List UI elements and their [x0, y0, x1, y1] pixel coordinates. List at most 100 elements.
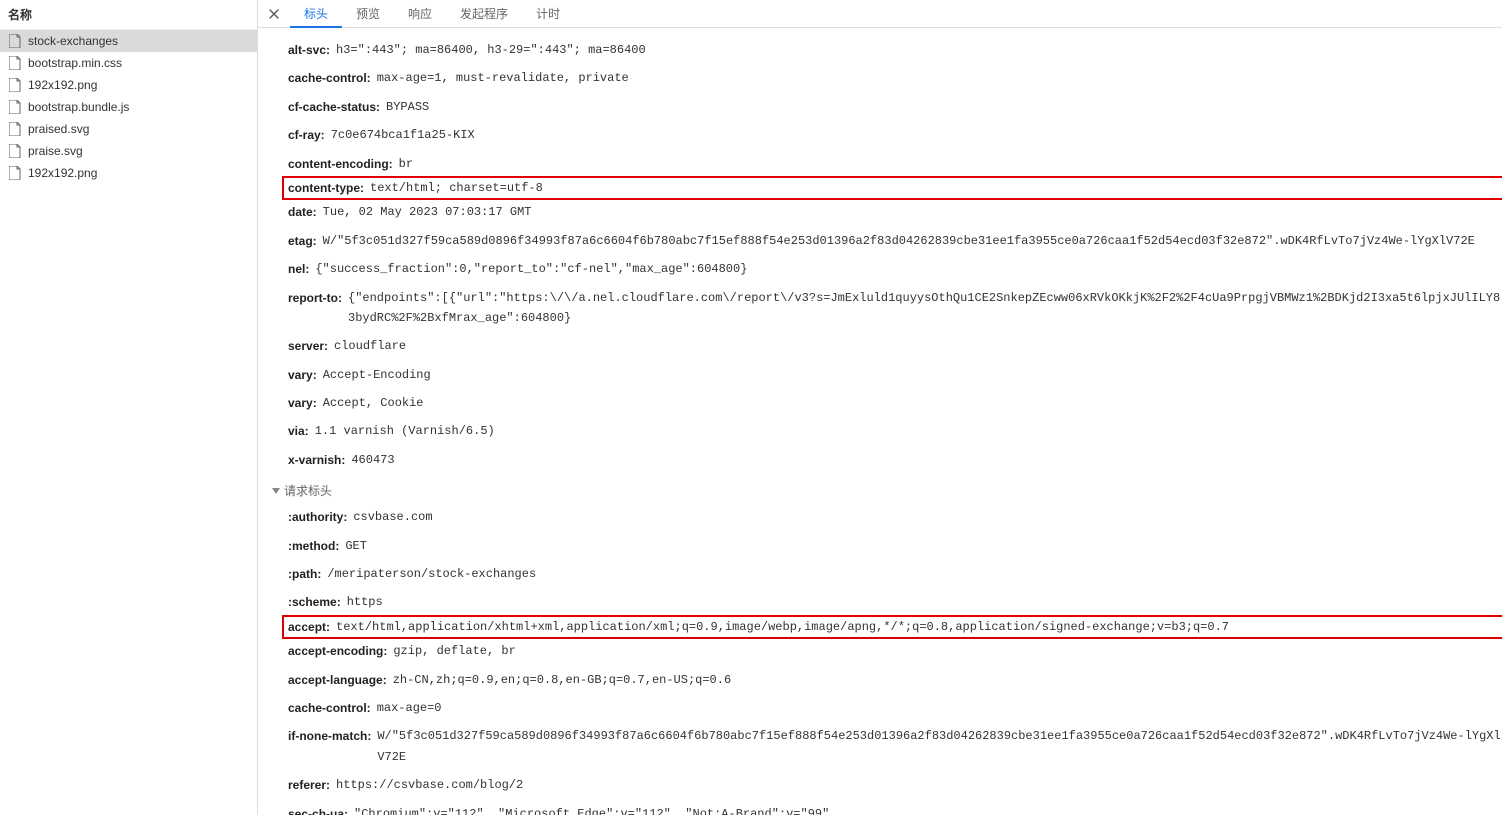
header-name: cache-control:: [288, 68, 371, 88]
header-name: via:: [288, 421, 309, 441]
tab[interactable]: 响应: [394, 0, 446, 28]
header-row: :method:GET: [288, 532, 1502, 560]
file-icon: [8, 166, 22, 180]
file-item[interactable]: stock-exchanges: [0, 30, 257, 52]
header-row: etag: W/"5f3c051d327f59ca589d0896f34993f8…: [288, 227, 1502, 255]
header-value: "Chromium";v="112", "Microsoft Edge";v="…: [354, 804, 829, 815]
header-row: cache-control:max-age=1, must-revalidate…: [288, 64, 1502, 92]
header-name: vary:: [288, 393, 317, 413]
header-name: date:: [288, 202, 317, 222]
header-name: :authority:: [288, 507, 347, 527]
header-row: via: 1.1 varnish (Varnish/6.5): [288, 417, 1502, 445]
header-value: zh-CN,zh;q=0.9,en;q=0.8,en-GB;q=0.7,en-U…: [393, 670, 731, 690]
file-list[interactable]: stock-exchanges bootstrap.min.css 192x192.…: [0, 30, 257, 815]
header-row: server: cloudflare: [288, 332, 1502, 360]
header-name: referer:: [288, 775, 330, 795]
header-name: accept:: [288, 617, 330, 637]
header-row: accept-language: zh-CN,zh;q=0.9,en;q=0.8,…: [288, 666, 1502, 694]
header-row: accept: text/html,application/xhtml+xml,a…: [282, 615, 1502, 639]
header-name: alt-svc:: [288, 40, 330, 60]
file-item[interactable]: 192x192.png: [0, 162, 257, 184]
header-name: content-encoding:: [288, 154, 393, 174]
tabbar: 标头预览响应发起程序计时: [258, 0, 1502, 28]
header-value: text/html,application/xhtml+xml,applicat…: [336, 617, 1229, 637]
header-row: :authority: csvbase.com: [288, 503, 1502, 531]
tab[interactable]: 发起程序: [446, 0, 522, 28]
header-row: cache-control: max-age=0: [288, 694, 1502, 722]
tab[interactable]: 计时: [522, 0, 574, 28]
header-name: cache-control:: [288, 698, 371, 718]
file-item-label: bootstrap.bundle.js: [28, 100, 129, 114]
header-value: max-age=0: [377, 698, 442, 718]
header-row: cf-ray: 7c0e674bca1f1a25-KIX: [288, 121, 1502, 149]
tab[interactable]: 预览: [342, 0, 394, 28]
file-item-label: 192x192.png: [28, 166, 97, 180]
header-row: vary: Accept-Encoding: [288, 361, 1502, 389]
header-value: text/html; charset=utf-8: [370, 178, 543, 198]
header-name: report-to:: [288, 288, 342, 308]
header-value: https: [347, 592, 383, 612]
header-value: 1.1 varnish (Varnish/6.5): [315, 421, 495, 441]
header-name: sec-ch-ua:: [288, 804, 348, 815]
file-item-label: bootstrap.min.css: [28, 56, 122, 70]
request-headers-block: :authority: csvbase.com :method:GET:path:/…: [274, 503, 1502, 815]
file-item[interactable]: praise.svg: [0, 140, 257, 162]
header-row: report-to:{"endpoints":[{"url":"https:\/…: [288, 284, 1502, 333]
header-value: BYPASS: [386, 97, 429, 117]
file-icon: [8, 100, 22, 114]
header-row: content-encoding: br: [288, 150, 1502, 178]
file-icon: [8, 78, 22, 92]
header-name: x-varnish:: [288, 450, 345, 470]
header-value: cloudflare: [334, 336, 406, 356]
header-name: nel:: [288, 259, 309, 279]
header-name: server:: [288, 336, 328, 356]
request-headers-label: 请求标头: [284, 482, 332, 499]
request-headers-section-title[interactable]: 请求标头: [272, 474, 1502, 503]
sidebar-header: 名称: [0, 0, 257, 30]
header-row: x-varnish: 460473: [288, 446, 1502, 474]
file-item[interactable]: bootstrap.min.css: [0, 52, 257, 74]
header-row: content-type: text/html; charset=utf-8: [282, 176, 1502, 200]
header-row: vary: Accept, Cookie: [288, 389, 1502, 417]
header-name: content-type:: [288, 178, 364, 198]
header-value: W/"5f3c051d327f59ca589d0896f34993f87a6c6…: [377, 726, 1502, 767]
header-name: :path:: [288, 564, 321, 584]
header-name: accept-encoding:: [288, 641, 387, 661]
file-item-label: 192x192.png: [28, 78, 97, 92]
header-value: 7c0e674bca1f1a25-KIX: [331, 125, 475, 145]
main-panel: 标头预览响应发起程序计时 alt-svc:h3=":443"; ma=86400…: [258, 0, 1502, 815]
triangle-down-icon: [272, 488, 280, 494]
header-row: if-none-match:W/"5f3c051d327f59ca589d089…: [288, 722, 1502, 771]
file-icon: [8, 56, 22, 70]
header-name: cf-ray:: [288, 125, 325, 145]
network-sidebar: 名称 stock-exchanges bootstrap.min.css 192x1…: [0, 0, 258, 815]
header-value: br: [399, 154, 413, 174]
file-icon: [8, 144, 22, 158]
file-item[interactable]: praised.svg: [0, 118, 257, 140]
header-value: W/"5f3c051d327f59ca589d0896f34993f87a6c6…: [323, 231, 1475, 251]
header-value: 460473: [351, 450, 394, 470]
header-name: etag:: [288, 231, 317, 251]
header-row: :path:/meripaterson/stock-exchanges: [288, 560, 1502, 588]
header-row: referer: https://csvbase.com/blog/2: [288, 771, 1502, 799]
tab[interactable]: 标头: [290, 0, 342, 28]
header-value: Tue, 02 May 2023 07:03:17 GMT: [323, 202, 532, 222]
close-icon[interactable]: [262, 2, 286, 26]
header-name: :scheme:: [288, 592, 341, 612]
header-value: https://csvbase.com/blog/2: [336, 775, 523, 795]
header-value: Accept, Cookie: [323, 393, 424, 413]
header-row: cf-cache-status:BYPASS: [288, 93, 1502, 121]
header-name: accept-language:: [288, 670, 387, 690]
header-row: accept-encoding:gzip, deflate, br: [288, 637, 1502, 665]
file-item-label: stock-exchanges: [28, 34, 118, 48]
file-icon: [8, 34, 22, 48]
header-value: GET: [345, 536, 367, 556]
file-item[interactable]: bootstrap.bundle.js: [0, 96, 257, 118]
file-icon: [8, 122, 22, 136]
header-value: Accept-Encoding: [323, 365, 431, 385]
header-name: vary:: [288, 365, 317, 385]
headers-content[interactable]: alt-svc:h3=":443"; ma=86400, h3-29=":443…: [258, 28, 1502, 815]
file-item-label: praise.svg: [28, 144, 83, 158]
header-value: csvbase.com: [353, 507, 432, 527]
file-item[interactable]: 192x192.png: [0, 74, 257, 96]
